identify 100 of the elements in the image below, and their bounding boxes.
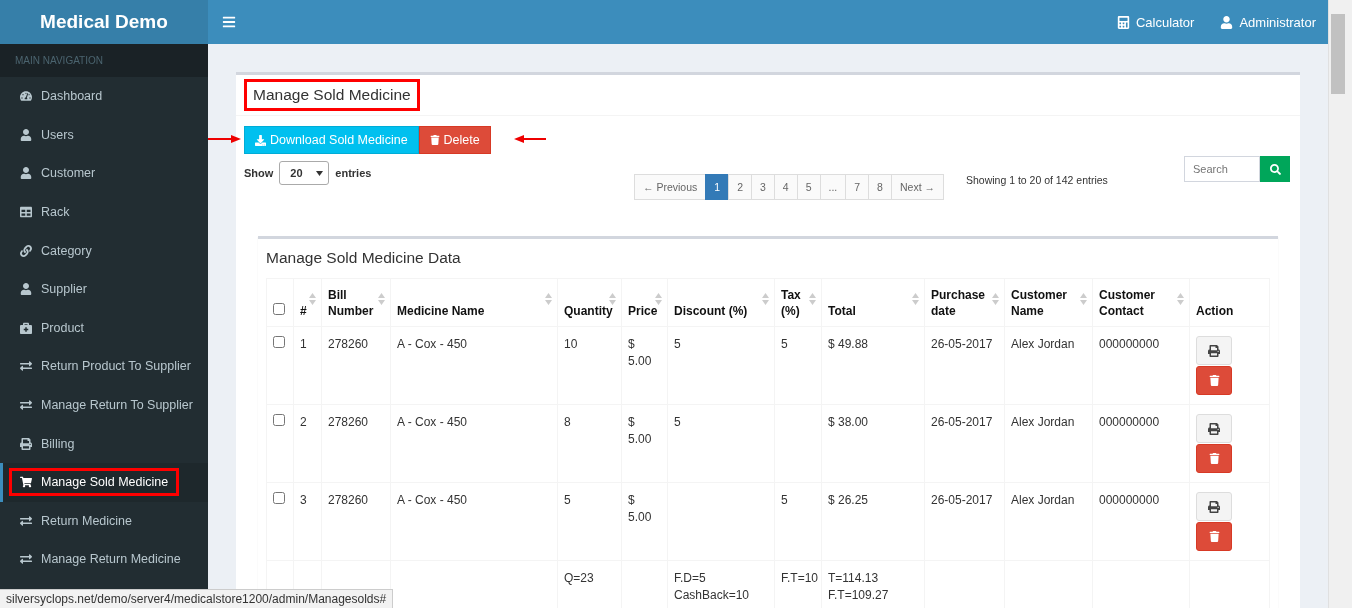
sidebar-item[interactable]: Category: [9, 236, 103, 265]
sidebar-item[interactable]: Customer: [9, 159, 107, 188]
row-checkbox[interactable]: [273, 492, 285, 504]
calculator-icon: [1116, 15, 1130, 29]
table-cell: $ 38.00: [821, 404, 925, 483]
menu-icon: [222, 15, 236, 29]
print-button[interactable]: [1196, 336, 1232, 365]
user-icon: [20, 128, 32, 141]
sidebar-item[interactable]: Manage Return Medicine: [9, 545, 192, 574]
page-link[interactable]: 1: [705, 174, 730, 200]
column-header[interactable]: Medicine Name: [390, 278, 558, 327]
table-cell: $ 26.25: [821, 482, 925, 561]
sidebar-item[interactable]: Return Product To Supplier: [9, 352, 202, 381]
sidebar-item[interactable]: Supplier: [9, 275, 98, 304]
link-icon: [20, 244, 32, 257]
table-cell: 278260: [321, 404, 391, 483]
header-link[interactable]: Administrator: [1220, 14, 1316, 30]
sidebar-item[interactable]: Rack: [9, 198, 81, 227]
column-header[interactable]: Total: [821, 278, 925, 327]
search-button[interactable]: [1260, 156, 1290, 182]
sidebar-item[interactable]: Dashboard: [9, 82, 114, 111]
table-cell: A - Cox - 450: [390, 482, 558, 561]
column-header[interactable]: Customer Name: [1004, 278, 1093, 327]
page-title: Manage Sold Medicine: [244, 79, 420, 111]
column-header[interactable]: Bill Number: [321, 278, 391, 327]
column-header[interactable]: Price: [621, 278, 668, 327]
table-cell: 5: [667, 326, 775, 405]
scrollbar[interactable]: [1328, 0, 1352, 608]
column-header[interactable]: Discount (%): [667, 278, 775, 327]
search-field[interactable]: Search: [1184, 156, 1260, 182]
medical-case-icon: [20, 321, 32, 334]
download-icon: [255, 134, 266, 146]
table-cell: $ 5.00: [621, 404, 668, 483]
caret-icon: [316, 170, 324, 176]
arrow-drawing: [208, 134, 241, 144]
delete-button[interactable]: [1196, 522, 1232, 551]
select-all-checkbox[interactable]: [273, 303, 285, 315]
page-link[interactable]: 3: [750, 174, 775, 200]
table-cell: 000000000: [1092, 404, 1190, 483]
table-cell: 26-05-2017: [924, 326, 1005, 405]
page-link[interactable]: ← Previous: [634, 174, 707, 200]
sidebar-item[interactable]: Billing: [9, 429, 86, 458]
row-checkbox[interactable]: [273, 336, 285, 348]
table-cell: $ 5.00: [621, 482, 668, 561]
sidebar-item[interactable]: Users: [9, 120, 85, 149]
column-header[interactable]: Purchase date: [924, 278, 1005, 327]
table-cell: 26-05-2017: [924, 404, 1005, 483]
trash-icon: [1208, 531, 1220, 542]
table-cell: 5: [667, 404, 775, 483]
table-cell: 1: [293, 326, 322, 405]
exchange-icon: [20, 553, 32, 566]
user-icon: [20, 167, 32, 180]
trash-icon: [1208, 453, 1220, 464]
column-header: Action: [1189, 278, 1270, 327]
column-header[interactable]: #: [293, 278, 322, 327]
printer-icon: [1208, 344, 1220, 357]
status-url: silversyclops.net/demo/server4/medicalstore1200/admin/Managesolds#: [0, 589, 394, 608]
exchange-icon: [20, 514, 32, 527]
page-link[interactable]: 8: [868, 174, 892, 200]
printer-icon: [1208, 500, 1220, 513]
table-cell: 000000000: [1092, 482, 1190, 561]
column-header[interactable]: Quantity: [557, 278, 622, 327]
table-cell: 8: [557, 404, 622, 483]
table-cell: 10: [557, 326, 622, 405]
print-button[interactable]: [1196, 492, 1232, 521]
print-button[interactable]: [1196, 414, 1232, 443]
dashboard-icon: [20, 90, 32, 103]
table-cell: 5: [774, 482, 822, 561]
page-link[interactable]: 2: [728, 174, 752, 200]
sidebar-item[interactable]: Manage Sold Medicine: [9, 468, 180, 497]
table-cell: 278260: [321, 482, 391, 561]
delete-button[interactable]: Delete: [418, 126, 491, 154]
table-title: Manage Sold Medicine Data: [266, 248, 462, 268]
exchange-icon: [20, 360, 32, 373]
page-link[interactable]: 5: [796, 174, 821, 200]
column-header[interactable]: Tax (%): [774, 278, 822, 327]
row-checkbox[interactable]: [273, 414, 285, 426]
search-icon: [1269, 163, 1281, 175]
page-link[interactable]: Next →: [890, 174, 944, 200]
menu-toggle-button[interactable]: [222, 15, 236, 29]
delete-button[interactable]: [1196, 444, 1232, 473]
column-header[interactable]: Customer Contact: [1092, 278, 1190, 327]
table-cell: 5: [557, 482, 622, 561]
delete-button[interactable]: [1196, 366, 1232, 395]
table-cell: Alex Jordan: [1004, 326, 1093, 405]
cart-icon: [20, 476, 32, 489]
page-link[interactable]: 4: [773, 174, 798, 200]
grid-icon: [20, 206, 32, 219]
table-cell: 278260: [321, 326, 391, 405]
printer-icon: [1208, 422, 1220, 435]
sidebar-item[interactable]: Return Medicine: [9, 506, 143, 535]
exchange-icon: [20, 399, 32, 412]
brand-title: Medical Demo: [0, 0, 208, 44]
table-cell: 2: [293, 404, 322, 483]
entries-select[interactable]: 20: [279, 161, 330, 185]
sidebar-item[interactable]: Manage Return To Supplier: [9, 391, 204, 420]
trash-icon: [429, 135, 440, 145]
page-link[interactable]: 7: [845, 174, 870, 200]
sidebar-item[interactable]: Product: [9, 313, 96, 342]
header-link[interactable]: Calculator: [1116, 14, 1195, 30]
